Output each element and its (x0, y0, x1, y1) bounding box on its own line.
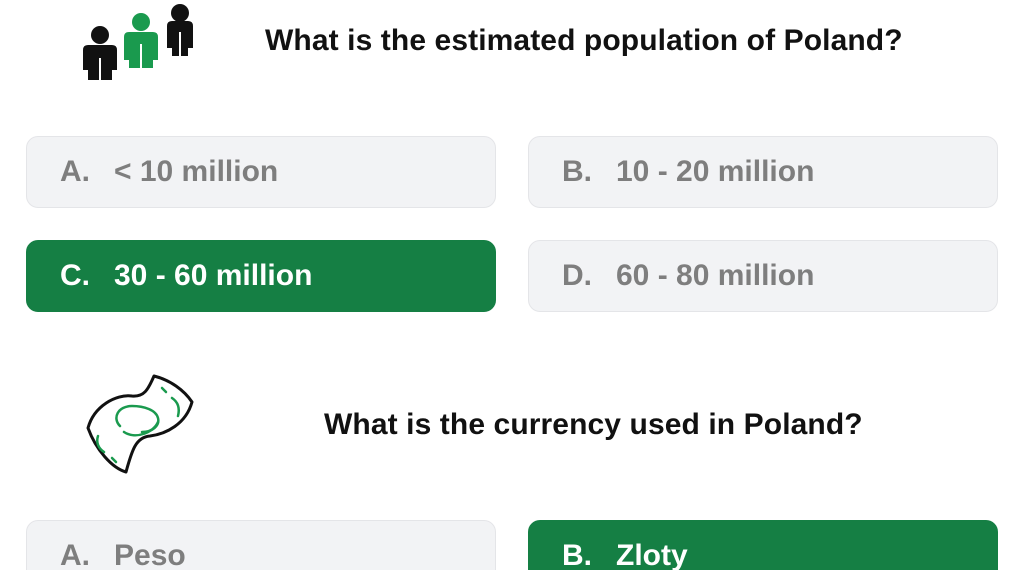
question-title: What is the estimated population of Pola… (265, 24, 903, 57)
question-title: What is the currency used in Poland? (324, 408, 863, 441)
option-b-correct[interactable]: B. Zloty (528, 520, 998, 570)
option-a[interactable]: A. Peso (26, 520, 496, 570)
option-letter: C. (60, 259, 90, 292)
option-c-correct[interactable]: C. 30 - 60 million (26, 240, 496, 312)
option-b[interactable]: B. 10 - 20 million (528, 136, 998, 208)
option-a[interactable]: A. < 10 million (26, 136, 496, 208)
option-letter: A. (60, 539, 90, 570)
option-d[interactable]: D. 60 - 80 million (528, 240, 998, 312)
option-label: Zloty (616, 539, 688, 570)
option-label: < 10 million (114, 155, 279, 188)
option-label: Peso (114, 539, 186, 570)
quiz-page: What is the estimated population of Pola… (0, 0, 1014, 570)
option-label: 60 - 80 million (616, 259, 815, 292)
people-icon (83, 4, 193, 80)
option-letter: B. (562, 539, 592, 570)
banknote-icon (86, 374, 194, 474)
option-letter: D. (562, 259, 592, 292)
option-label: 30 - 60 million (114, 259, 313, 292)
option-label: 10 - 20 million (616, 155, 815, 188)
option-letter: B. (562, 155, 592, 188)
option-letter: A. (60, 155, 90, 188)
